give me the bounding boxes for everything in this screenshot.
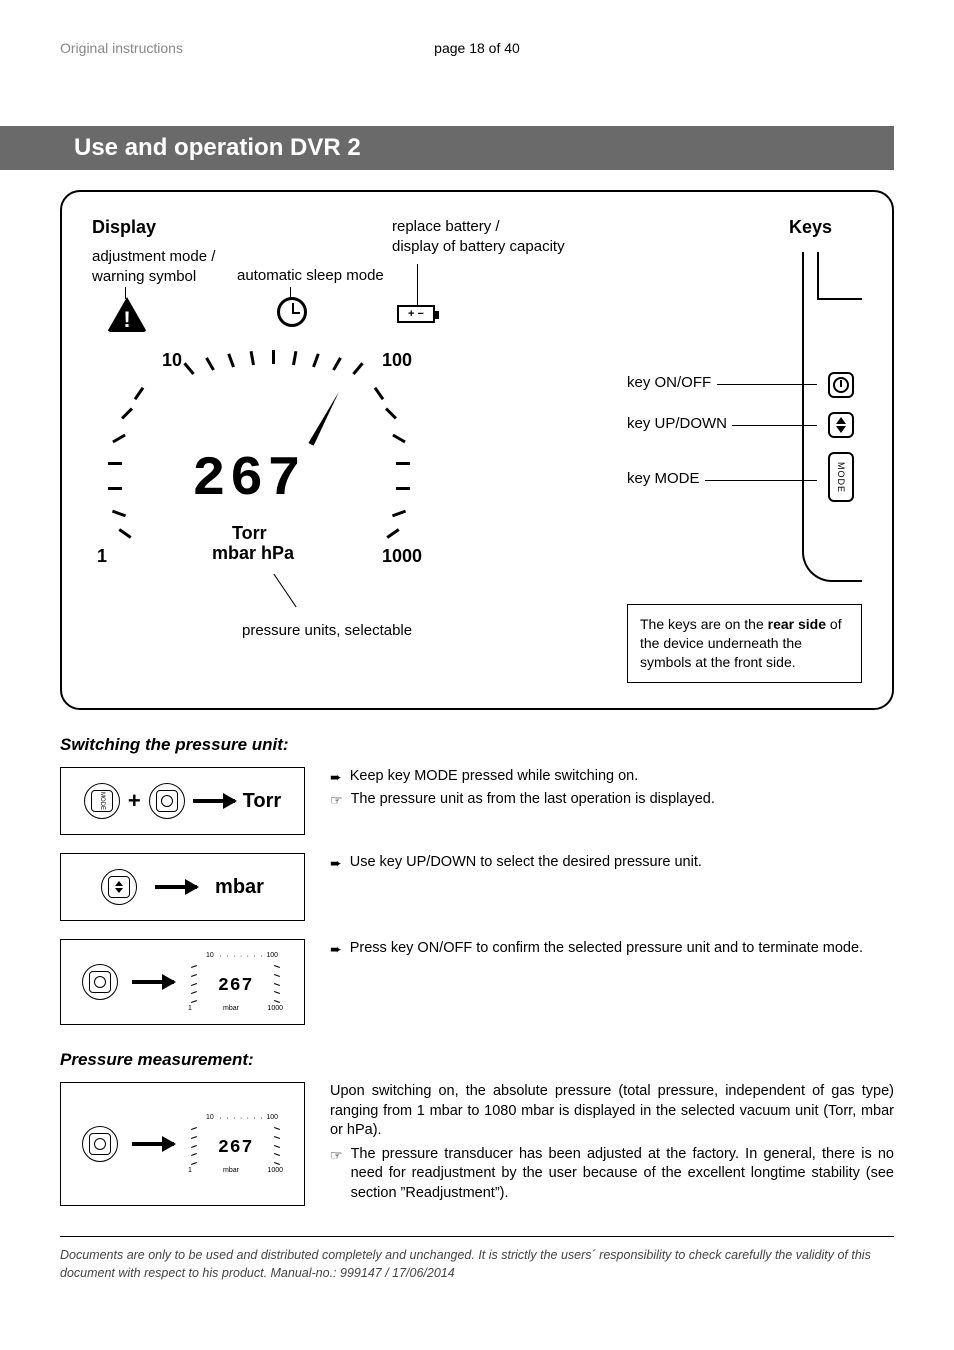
- key-mode-label: key MODE: [627, 470, 700, 487]
- mini-gauge: 10 100 1 1000 ' ' ' ' ' ' ' 267 mbar: [188, 1114, 283, 1174]
- battery-icon: + −: [397, 305, 435, 323]
- power-button-icon: [82, 1126, 118, 1162]
- mini-gauge: 10 100 1 1000 ' ' ' ' ' ' ' 267 mbar: [188, 952, 283, 1012]
- measurement-image: 10 100 1 1000 ' ' ' ' ' ' ' 267 mbar: [60, 1082, 305, 1206]
- keys-heading: Keys: [789, 217, 832, 238]
- measurement-heading: Pressure measurement:: [60, 1050, 894, 1070]
- key-onoff-button: [828, 372, 854, 398]
- warning-icon: [107, 297, 147, 332]
- step-row-2: mbar ➨Use key UP/DOWN to select the desi…: [60, 853, 894, 921]
- key-onoff-label: key ON/OFF: [627, 374, 711, 391]
- keys-note: The keys are on the rear side of the dev…: [627, 604, 862, 683]
- scale-10: 10: [162, 350, 182, 371]
- scale-1000: 1000: [382, 546, 422, 567]
- header-left: Original instructions: [60, 40, 338, 56]
- display-keys-diagram: Display Keys replace battery / display o…: [60, 190, 894, 710]
- power-button-icon: [82, 964, 118, 1000]
- arrow-right-icon: [155, 885, 197, 889]
- footer-rule: [60, 1236, 894, 1237]
- header-center: page 18 of 40: [338, 40, 616, 56]
- adjustment-label: adjustment mode / warning symbol: [92, 247, 215, 286]
- key-updown-button: [828, 412, 854, 438]
- unit-torr: Torr: [232, 523, 267, 544]
- section-title: Use and operation DVR 2: [60, 126, 894, 170]
- key-updown-label: key UP/DOWN: [627, 415, 727, 432]
- measurement-row: 10 100 1 1000 ' ' ' ' ' ' ' 267 mbar Upo…: [60, 1082, 894, 1206]
- scale-100: 100: [382, 350, 412, 371]
- pressure-gauge: 10 100 1 1000: [92, 342, 422, 572]
- clock-icon: [277, 297, 307, 327]
- display-heading: Display: [92, 217, 156, 238]
- step3-image: 10 100 1 1000 ' ' ' ' ' ' ' 267 mbar: [60, 939, 305, 1025]
- power-button-icon: [149, 783, 185, 819]
- key-mode-button: MODE: [828, 452, 854, 502]
- measurement-intro: Upon switching on, the absolute pressure…: [330, 1082, 894, 1141]
- arrow-right-icon: [193, 799, 235, 803]
- switching-heading: Switching the pressure unit:: [60, 735, 894, 755]
- sleep-label: automatic sleep mode: [237, 267, 384, 284]
- arrow-right-icon: [132, 1142, 174, 1146]
- mode-button-icon: MODE: [84, 783, 120, 819]
- step2-image: mbar: [60, 853, 305, 921]
- step-row-3: 10 100 1 1000 ' ' ' ' ' ' ' 267 mbar ➨Pr…: [60, 939, 894, 1025]
- measurement-note: The pressure transducer has been adjuste…: [351, 1145, 894, 1204]
- units-caption: pressure units, selectable: [242, 622, 412, 639]
- step1-image: MODE + Torr: [60, 767, 305, 835]
- battery-label: replace battery / display of battery cap…: [392, 217, 565, 256]
- gauge-needle: [308, 390, 341, 446]
- unit-mbar-hpa: mbar hPa: [212, 543, 294, 564]
- arrow-right-icon: [132, 980, 174, 984]
- gauge-reading: 267: [192, 447, 305, 511]
- page-header: Original instructions page 18 of 40: [60, 40, 894, 56]
- step-row-1: MODE + Torr ➨Keep key MODE pressed while…: [60, 767, 894, 835]
- footnote: Documents are only to be used and distri…: [60, 1247, 894, 1282]
- updown-button-icon: [101, 869, 137, 905]
- scale-1: 1: [97, 546, 107, 567]
